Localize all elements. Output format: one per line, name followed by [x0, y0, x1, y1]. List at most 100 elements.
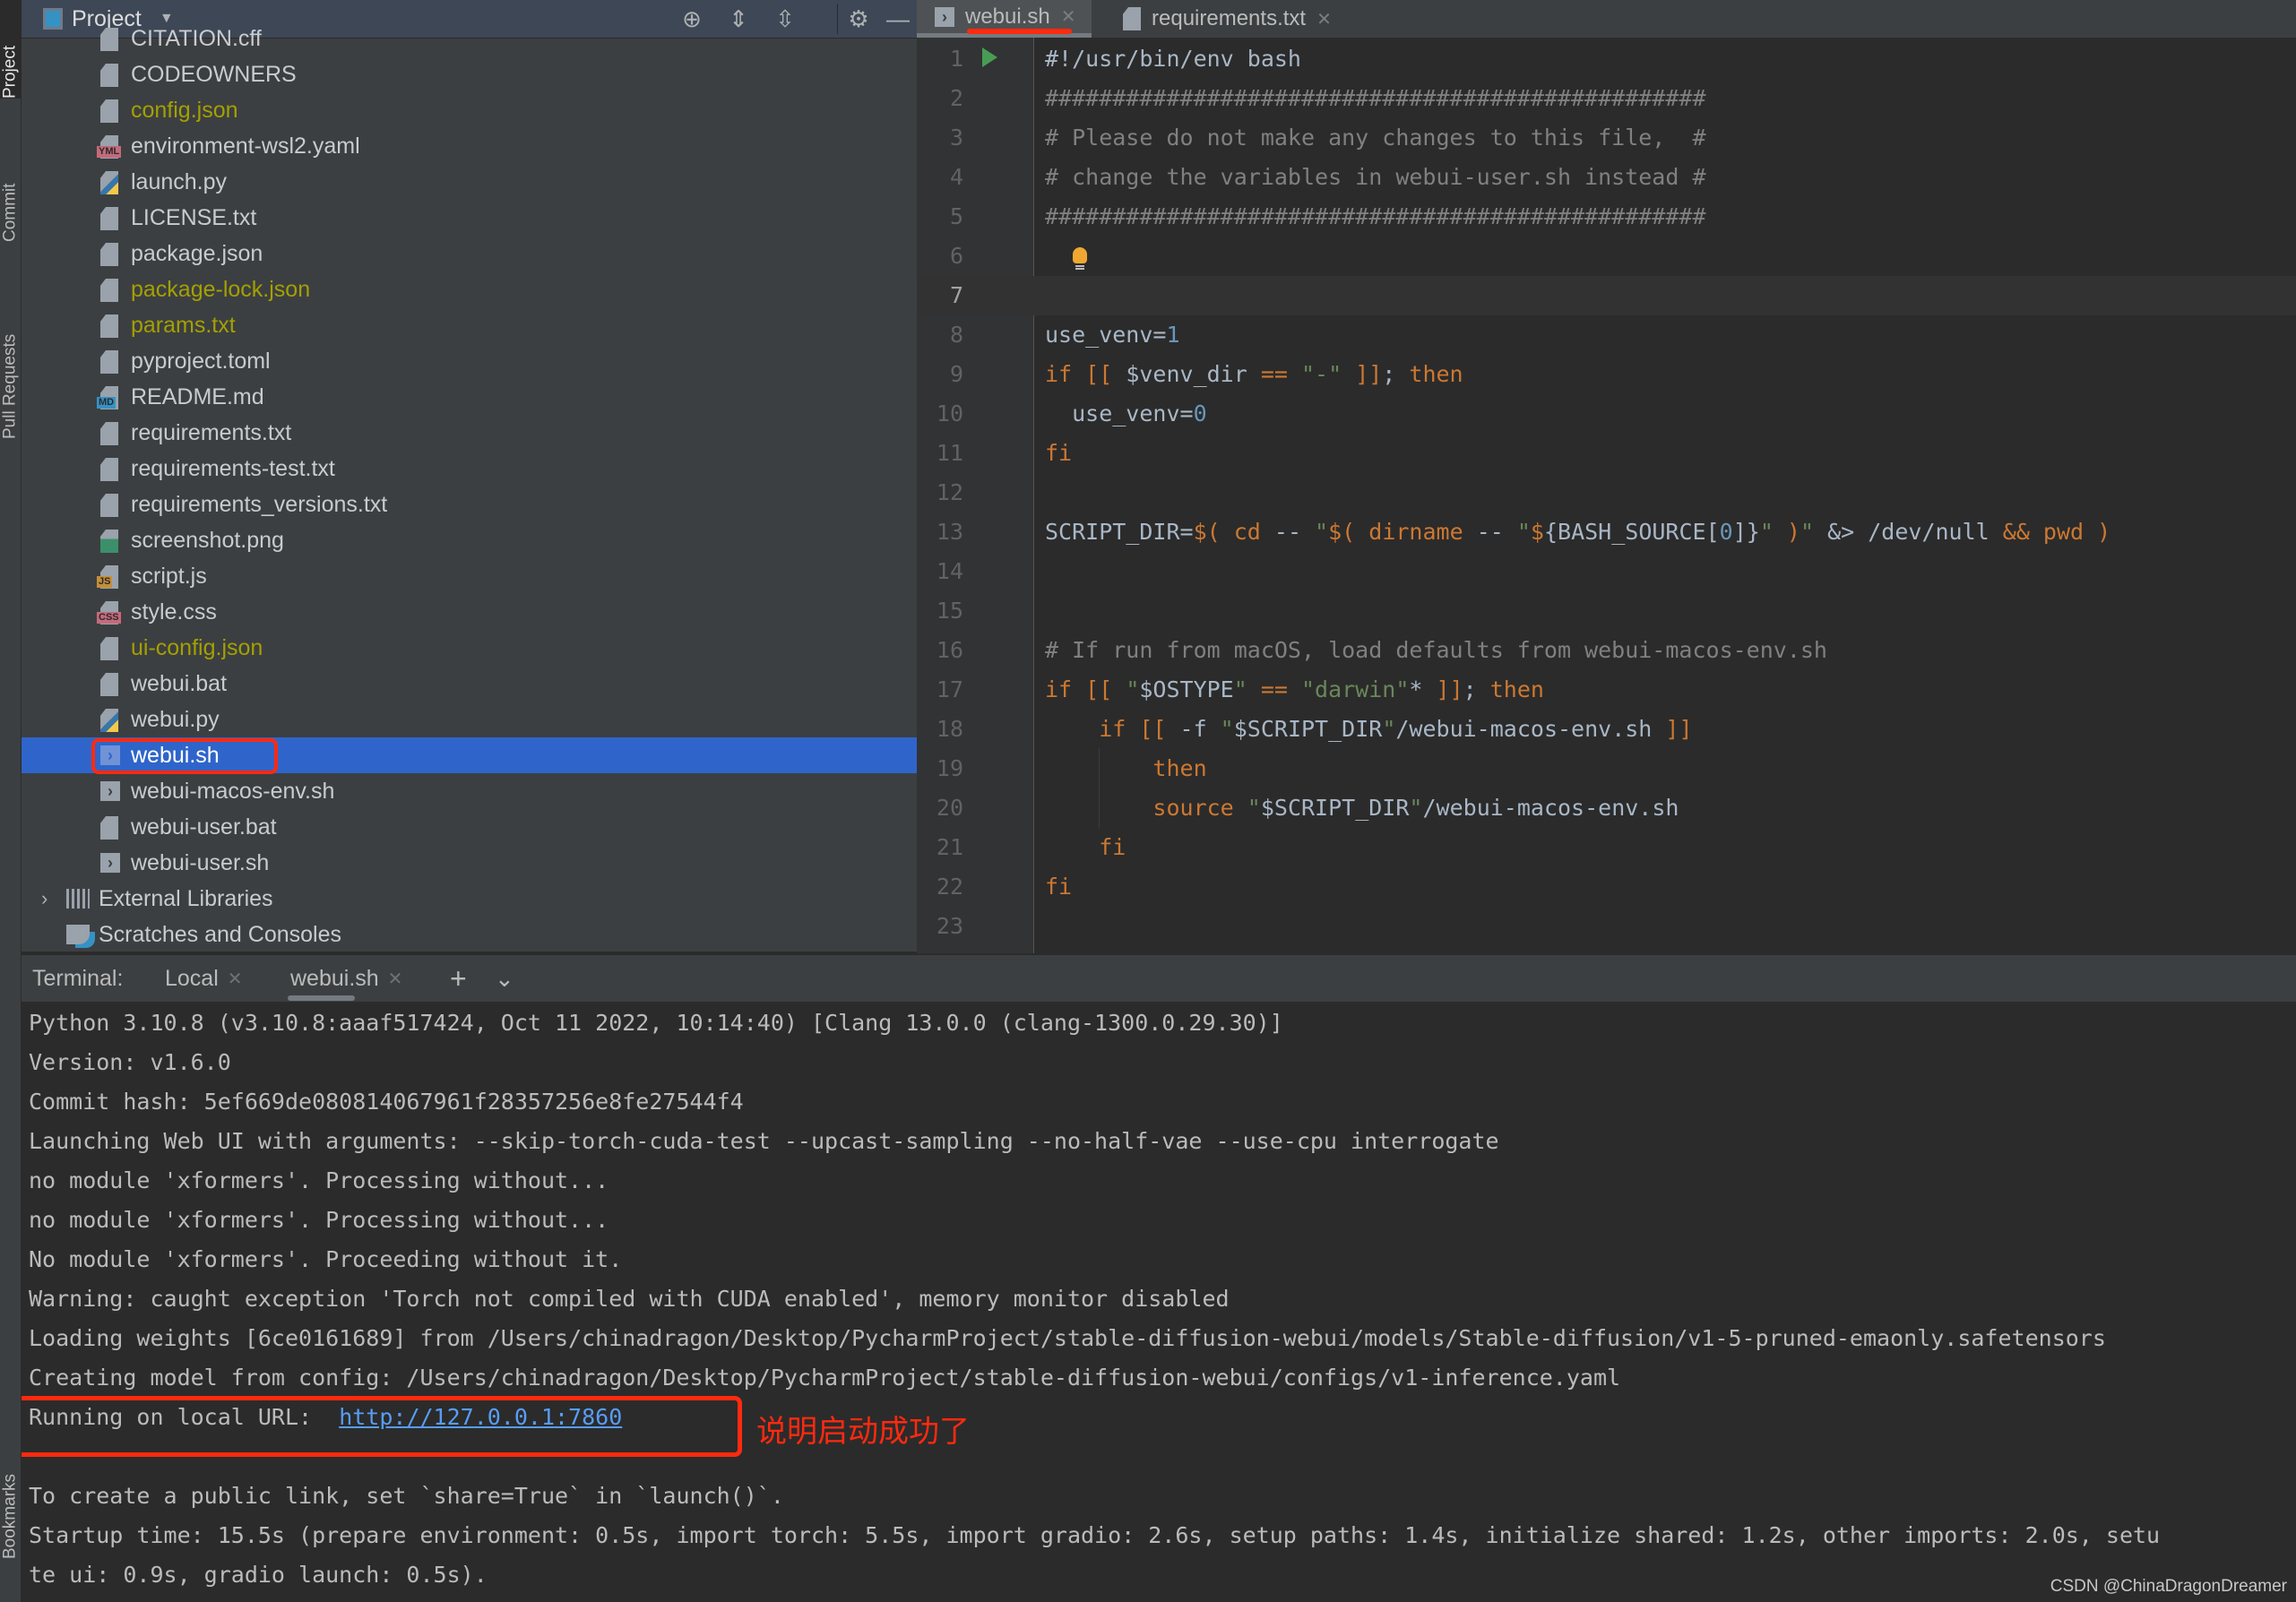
code-token: fi [1045, 440, 1073, 466]
code-token: ; [1382, 361, 1410, 387]
code-token: 1 [1166, 322, 1180, 348]
code-token: 0 [1719, 519, 1733, 545]
chevron-down-icon[interactable]: ⌄ [495, 955, 514, 1002]
close-icon[interactable]: ✕ [1061, 5, 1076, 28]
code-text: SCRIPT_DIR=$( cd -- "$( dirname -- "${BA… [1045, 512, 2110, 552]
tree-scratches-and-consoles[interactable]: Scratches and Consoles [22, 917, 917, 952]
file-ui-config-json[interactable]: ui-config.json [22, 630, 917, 666]
close-icon[interactable]: ✕ [1316, 8, 1332, 30]
code-token: use_venv= [1045, 322, 1167, 348]
code-token: # If run from macOS, load defaults from … [1045, 637, 1827, 663]
line-number: 23 [936, 913, 963, 939]
tab-requirements-txt[interactable]: requirements.txt ✕ [1105, 0, 1365, 38]
code-line[interactable]: 7 [917, 276, 2296, 315]
file-config-json[interactable]: config.json [22, 92, 917, 128]
code-line[interactable]: 16 # If run from macOS, load defaults fro… [917, 631, 2296, 670]
project-tool-button[interactable]: Project [0, 0, 21, 99]
file-codeowners[interactable]: CODEOWNERS [22, 56, 917, 92]
file-requirements-test-txt[interactable]: requirements-test.txt [22, 451, 917, 487]
root-name: Scratches and Consoles [99, 921, 341, 947]
bookmarks-tool-button[interactable]: Bookmarks [0, 1425, 21, 1559]
file-screenshot-png[interactable]: screenshot.png [22, 522, 917, 558]
tab-label: requirements.txt [1152, 6, 1307, 30]
code-line[interactable]: 18 if [[ -f "$SCRIPT_DIR"/webui-macos-en… [917, 710, 2296, 749]
file-params-txt[interactable]: params.txt [22, 307, 917, 343]
close-icon[interactable]: ✕ [228, 968, 243, 990]
commit-tool-button[interactable]: Commit [0, 134, 21, 242]
file-webui-py[interactable]: webui.py [22, 702, 917, 737]
chevron-right-icon[interactable]: › [41, 887, 47, 910]
text-file-icon [100, 816, 118, 840]
text-file-icon [100, 422, 118, 445]
code-token: ########################################… [1045, 203, 1706, 229]
file-webui-user-bat[interactable]: webui-user.bat [22, 809, 917, 845]
terminal-line: Warning: caught exception 'Torch not com… [29, 1286, 1230, 1312]
file-readme-md[interactable]: MD README.md [22, 379, 917, 415]
line-number: 14 [936, 558, 963, 584]
terminal-output[interactable]: Python 3.10.8 (v3.10.8:aaaf517424, Oct 1… [22, 1002, 2296, 1602]
line-number: 18 [936, 716, 963, 742]
close-icon[interactable]: ✕ [388, 968, 403, 990]
run-icon[interactable] [982, 47, 997, 67]
code-token: == [1260, 361, 1301, 387]
file-citation-cff[interactable]: CITATION.cff [22, 21, 917, 56]
file-pyproject-toml[interactable]: pyproject.toml [22, 343, 917, 379]
code-token: " [1759, 519, 1774, 545]
code-line[interactable]: 3 # Please do not make any changes to thi… [917, 118, 2296, 158]
terminal-line: Python 3.10.8 (v3.10.8:aaaf517424, Oct 1… [29, 1010, 1283, 1036]
line-number: 22 [936, 874, 963, 900]
indent-guide [1099, 748, 1100, 829]
line-number: 19 [936, 755, 963, 781]
code-line[interactable]: 17 if [[ "$OSTYPE" == "darwin"* ]]; then [917, 670, 2296, 710]
code-line[interactable]: 13 SCRIPT_DIR=$( cd -- "$( dirname -- "${… [917, 512, 2296, 552]
editor-tab-bar: › webui.sh ✕ requirements.txt ✕ [917, 0, 2296, 39]
code-token: $( dirname [1328, 519, 1477, 545]
code-line[interactable]: 22 fi [917, 867, 2296, 907]
pull-requests-tool-button[interactable]: Pull Requests [0, 269, 21, 439]
line-number: 15 [936, 598, 963, 624]
terminal-tab-local[interactable]: Local ✕ [165, 955, 243, 1002]
file-script-js[interactable]: JS script.js [22, 558, 917, 594]
code-line[interactable]: 14 [917, 552, 2296, 591]
code-line[interactable]: 12 [917, 473, 2296, 512]
text-file-icon [100, 494, 118, 517]
file-webui-bat[interactable]: webui.bat [22, 666, 917, 702]
code-text: use_venv=0 [1045, 394, 1207, 434]
code-line[interactable]: 5 #######################################… [917, 197, 2296, 237]
code-line[interactable]: 8 use_venv=1 [917, 315, 2296, 355]
code-line[interactable]: 10 use_venv=0 [917, 394, 2296, 434]
file-name: README.md [131, 383, 264, 409]
file-name: webui.py [131, 706, 220, 732]
code-line[interactable]: 2 #######################################… [917, 79, 2296, 118]
file-requirements-txt[interactable]: requirements.txt [22, 415, 917, 451]
tab-label: Local [165, 965, 219, 991]
tree-external-libraries[interactable]: › External Libraries [22, 881, 917, 917]
file-requirements-versions-txt[interactable]: requirements_versions.txt [22, 487, 917, 522]
code-line[interactable]: 21 fi [917, 828, 2296, 867]
code-line[interactable]: 11 fi [917, 434, 2296, 473]
code-line[interactable]: 23 [917, 907, 2296, 946]
code-text: if [[ -f "$SCRIPT_DIR"/webui-macos-env.s… [1045, 710, 1692, 749]
file-webui-macos-env-sh[interactable]: › webui-macos-env.sh [22, 773, 917, 809]
file-package-lock-json[interactable]: package-lock.json [22, 271, 917, 307]
code-token: * [1409, 676, 1437, 702]
code-token: " [1382, 716, 1396, 742]
code-line[interactable]: 19 then [917, 749, 2296, 788]
code-line[interactable]: 20 source "$SCRIPT_DIR"/webui-macos-env.… [917, 788, 2296, 828]
code-token: use_venv= [1045, 400, 1194, 426]
code-line[interactable]: 6 [917, 237, 2296, 276]
text-file-icon [100, 673, 118, 696]
line-number: 20 [936, 795, 963, 821]
file-launch-py[interactable]: launch.py [22, 164, 917, 200]
file-environment-wsl2-yaml[interactable]: YML environment-wsl2.yaml [22, 128, 917, 164]
code-line[interactable]: 4 # change the variables in webui-user.sh… [917, 158, 2296, 197]
lightbulb-icon[interactable] [1073, 247, 1087, 263]
file-style-css[interactable]: CSS style.css [22, 594, 917, 630]
code-line[interactable]: 1 #!/usr/bin/env bash [917, 39, 2296, 79]
file-package-json[interactable]: package.json [22, 236, 917, 271]
file-license-txt[interactable]: LICENSE.txt [22, 200, 917, 236]
code-line[interactable]: 15 [917, 591, 2296, 631]
file-webui-user-sh[interactable]: › webui-user.sh [22, 845, 917, 881]
code-line[interactable]: 9 if [[ $venv_dir == "-" ]]; then [917, 355, 2296, 394]
new-terminal-plus-icon[interactable]: + [450, 955, 467, 1002]
